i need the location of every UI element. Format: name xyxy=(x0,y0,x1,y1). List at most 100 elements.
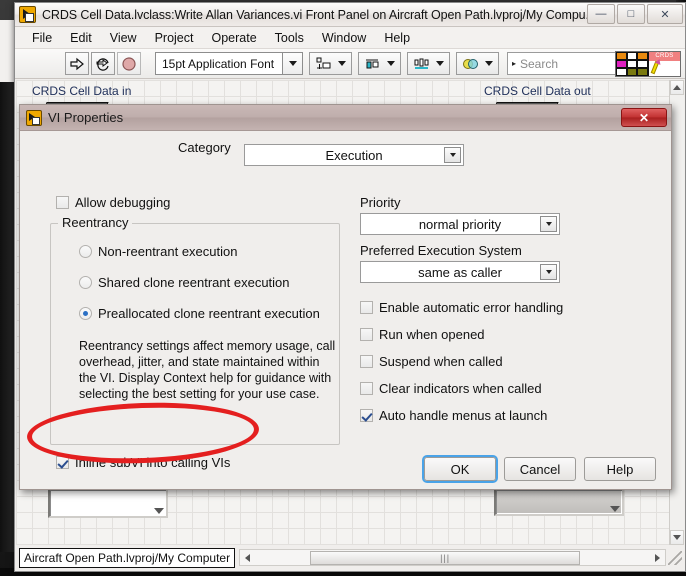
window-resize-grip[interactable] xyxy=(668,550,682,565)
menu-file[interactable]: File xyxy=(23,30,61,46)
radio-shared-clone-label: Shared clone reentrant execution xyxy=(98,275,290,290)
checkbox-box[interactable] xyxy=(360,409,373,422)
category-label: Category xyxy=(178,139,231,155)
radio-button[interactable] xyxy=(79,245,92,258)
close-button[interactable]: ✕ xyxy=(647,4,683,24)
reentrancy-group: Reentrancy Non-reentrant execution Share… xyxy=(50,215,340,445)
allow-debugging-label: Allow debugging xyxy=(75,195,171,210)
clear-indicators-checkbox[interactable]: Clear indicators when called xyxy=(360,381,542,396)
inline-subvi-checkbox[interactable]: Inline subVI into calling VIs xyxy=(56,455,230,470)
vi-properties-dialog: VI Properties ✕ Category Execution Allow… xyxy=(19,104,672,490)
run-when-opened-checkbox[interactable]: Run when opened xyxy=(360,327,485,342)
chevron-down-icon[interactable] xyxy=(540,216,557,232)
reentrancy-group-title: Reentrancy xyxy=(58,215,133,230)
menu-window[interactable]: Window xyxy=(313,30,375,46)
search-placeholder: Search xyxy=(520,56,559,71)
cancel-button[interactable]: Cancel xyxy=(504,457,576,481)
radio-non-reentrant-label: Non-reentrant execution xyxy=(98,244,238,259)
search-expand-icon[interactable]: ▸ xyxy=(508,59,520,68)
dialog-title: VI Properties xyxy=(48,110,124,125)
radio-button[interactable] xyxy=(79,276,92,289)
exec-system-select[interactable]: same as caller xyxy=(360,261,560,283)
menubar: File Edit View Project Operate Tools Win… xyxy=(15,27,685,49)
enable-auto-error-handling-checkbox[interactable]: Enable automatic error handling xyxy=(360,300,563,315)
screen-root: CRDS Cell Data.lvclass:Write Allan Varia… xyxy=(0,0,686,576)
status-path: Aircraft Open Path.lvproj/My Computer xyxy=(19,547,236,568)
allow-debugging-checkbox[interactable]: Allow debugging xyxy=(56,195,170,210)
desktop-left-edge xyxy=(0,82,14,552)
align-objects-icon[interactable] xyxy=(358,52,401,75)
chevron-down-icon[interactable] xyxy=(444,147,461,163)
pencil-icon xyxy=(650,60,660,75)
labview-vi-icon xyxy=(26,109,42,126)
hscroll-thumb[interactable]: ||| xyxy=(310,550,581,565)
fp-label-data-in: CRDS Cell Data in xyxy=(32,84,132,98)
minimize-button[interactable]: — xyxy=(587,4,615,24)
priority-label: Priority xyxy=(360,195,401,210)
clear-indicators-label: Clear indicators when called xyxy=(379,381,542,396)
abort-execution-icon[interactable] xyxy=(117,52,141,75)
statusbar: Aircraft Open Path.lvproj/My Computer ||… xyxy=(16,545,684,570)
window-title: CRDS Cell Data.lvclass:Write Allan Varia… xyxy=(42,7,596,22)
fp-label-data-out: CRDS Cell Data out xyxy=(484,84,591,98)
menu-view[interactable]: View xyxy=(101,30,146,46)
menu-operate[interactable]: Operate xyxy=(202,30,265,46)
category-select[interactable]: Execution xyxy=(244,144,464,166)
hscroll-right-arrow-icon[interactable] xyxy=(650,550,665,565)
toolbar: 15pt Application Font ▸ Search CRDS xyxy=(15,49,685,79)
connector-pane-icon[interactable] xyxy=(616,52,648,76)
run-continuously-icon[interactable] xyxy=(91,52,115,75)
font-selector[interactable]: 15pt Application Font xyxy=(155,52,303,75)
radio-button[interactable] xyxy=(79,307,92,320)
run-arrow-icon[interactable] xyxy=(65,52,89,75)
fp-control-left-dropdown-icon xyxy=(154,508,164,514)
dialog-body: Category Execution Allow debugging Reent… xyxy=(20,131,671,489)
checkbox-box[interactable] xyxy=(360,301,373,314)
fp-control-right[interactable] xyxy=(494,488,624,516)
auto-handle-menus-checkbox[interactable]: Auto handle menus at launch xyxy=(360,408,547,423)
chevron-down-icon[interactable] xyxy=(282,53,302,74)
ok-button[interactable]: OK xyxy=(424,457,496,481)
suspend-when-called-checkbox[interactable]: Suspend when called xyxy=(360,354,503,369)
run-when-opened-label: Run when opened xyxy=(379,327,485,342)
menu-tools[interactable]: Tools xyxy=(266,30,313,46)
front-panel-hscrollbar[interactable]: ||| xyxy=(239,549,666,566)
checkbox-box[interactable] xyxy=(360,382,373,395)
dialog-close-button[interactable]: ✕ xyxy=(621,108,667,127)
vscroll-up-arrow-icon[interactable] xyxy=(670,80,684,95)
font-selector-value: 15pt Application Font xyxy=(162,56,275,71)
exec-system-select-value: same as caller xyxy=(418,264,502,280)
menu-edit[interactable]: Edit xyxy=(61,30,101,46)
checkbox-box[interactable] xyxy=(360,355,373,368)
menu-help[interactable]: Help xyxy=(375,30,419,46)
dialog-titlebar: VI Properties ✕ xyxy=(20,105,671,131)
maximize-button[interactable]: □ xyxy=(617,4,645,24)
radio-shared-clone[interactable]: Shared clone reentrant execution xyxy=(79,275,290,290)
vi-icon-pane[interactable]: CRDS xyxy=(615,51,681,77)
fp-control-left[interactable] xyxy=(48,488,168,518)
checkbox-box[interactable] xyxy=(56,196,69,209)
distribute-objects-icon[interactable] xyxy=(407,52,450,75)
suspend-when-called-label: Suspend when called xyxy=(379,354,503,369)
reentrancy-description: Reentrancy settings affect memory usage,… xyxy=(79,339,336,401)
vi-icon-image[interactable]: CRDS xyxy=(648,52,680,76)
priority-select[interactable]: normal priority xyxy=(360,213,560,235)
help-button[interactable]: Help xyxy=(584,457,656,481)
window-titlebar: CRDS Cell Data.lvclass:Write Allan Varia… xyxy=(15,3,685,27)
chevron-down-icon[interactable] xyxy=(540,264,557,280)
exec-system-label: Preferred Execution System xyxy=(360,243,522,258)
radio-preallocated-clone[interactable]: Preallocated clone reentrant execution xyxy=(79,306,320,321)
hscroll-left-arrow-icon[interactable] xyxy=(240,550,255,565)
fp-control-right-dropdown-icon xyxy=(610,506,620,512)
vscroll-down-arrow-icon[interactable] xyxy=(670,530,684,545)
radio-non-reentrant[interactable]: Non-reentrant execution xyxy=(79,244,237,259)
auto-handle-menus-label: Auto handle menus at launch xyxy=(379,408,548,423)
menu-project[interactable]: Project xyxy=(146,30,203,46)
checkbox-box[interactable] xyxy=(56,456,69,469)
category-select-value: Execution xyxy=(325,147,383,163)
reorder-objects-icon[interactable] xyxy=(456,52,499,75)
checkbox-box[interactable] xyxy=(360,328,373,341)
text-settings-icon[interactable] xyxy=(309,52,352,75)
radio-preallocated-clone-label: Preallocated clone reentrant execution xyxy=(98,306,320,321)
inline-subvi-label: Inline subVI into calling VIs xyxy=(75,455,231,470)
